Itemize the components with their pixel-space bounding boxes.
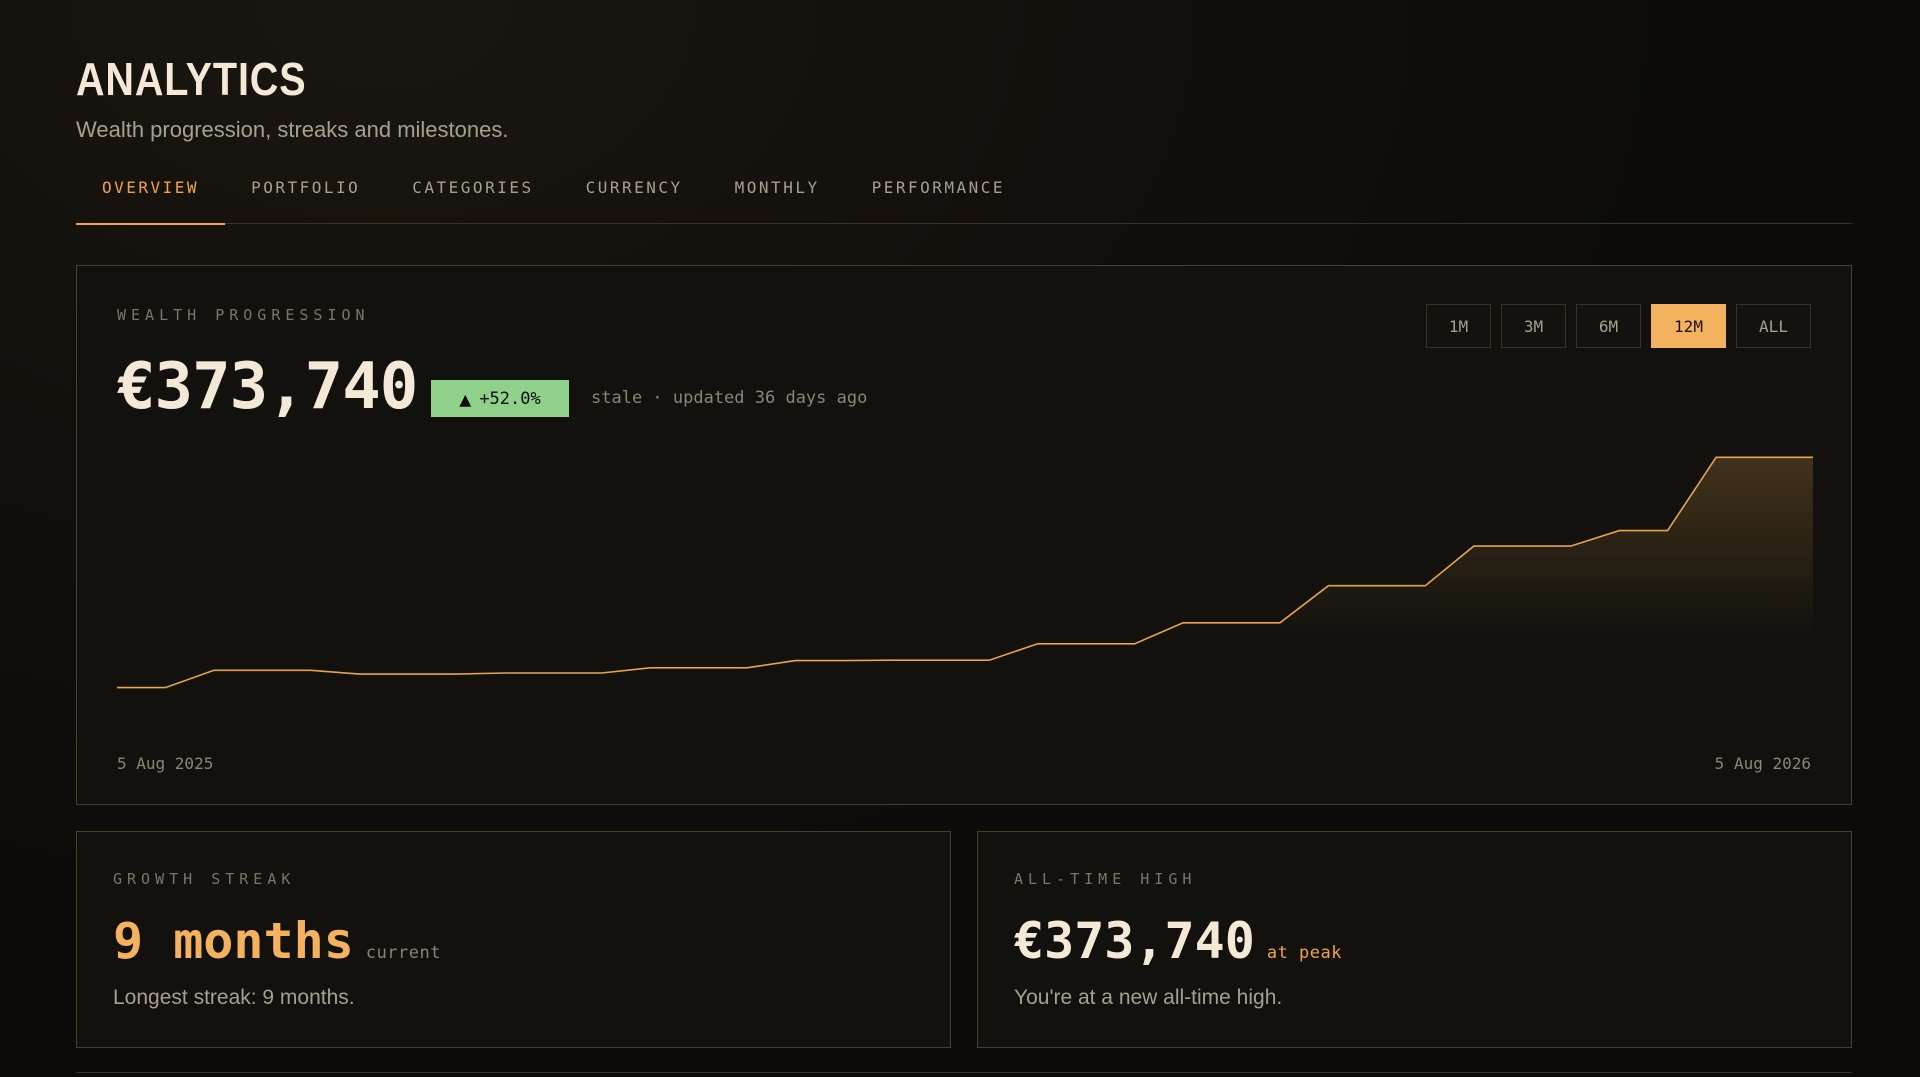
tab-overview[interactable]: OVERVIEW (76, 168, 226, 225)
ath-suffix: at peak (1266, 943, 1342, 963)
tab-currency[interactable]: CURRENCY (560, 168, 709, 224)
tab-categories[interactable]: CATEGORIES (386, 168, 559, 224)
chart-area-fill (117, 457, 1813, 716)
page-subtitle: Wealth progression, streaks and mileston… (76, 117, 509, 142)
change-value: +52.0% (479, 388, 541, 409)
tab-bar: OVERVIEW PORTFOLIO CATEGORIES CURRENCY M… (76, 168, 1852, 225)
streak-months: 9 months (113, 912, 354, 970)
wealth-progression-label: WEALTH PROGRESSION (117, 306, 370, 324)
tab-portfolio[interactable]: PORTFOLIO (225, 168, 386, 224)
triangle-up-icon: ▲ (459, 386, 472, 411)
range-3m-button[interactable]: 3M (1501, 304, 1566, 348)
x-axis-end-label: 5 Aug 2026 (1714, 754, 1811, 773)
streak-suffix: current (365, 943, 441, 963)
range-1m-button[interactable]: 1M (1426, 304, 1491, 348)
change-badge: ▲ +52.0% (431, 380, 569, 417)
tab-monthly[interactable]: MONTHLY (709, 168, 846, 224)
ath-amount: €373,740 (1014, 912, 1255, 970)
all-time-high-card: ALL-TIME HIGH €373,740 at peak You're at … (977, 831, 1852, 1048)
growth-streak-value: 9 months current (113, 912, 441, 970)
page-title: ANALYTICS (76, 53, 307, 105)
range-selector: 1M 3M 6M 12M ALL (1426, 304, 1811, 348)
wealth-chart (117, 456, 1813, 716)
all-time-high-description: You're at a new all-time high. (1014, 986, 1283, 1009)
stale-status: stale · updated 36 days ago (591, 388, 868, 408)
wealth-value: €373,740 (117, 350, 418, 424)
wealth-progression-card: WEALTH PROGRESSION €373,740 ▲ +52.0% sta… (76, 265, 1852, 805)
growth-streak-card: GROWTH STREAK 9 months current Longest st… (76, 831, 951, 1048)
range-6m-button[interactable]: 6M (1576, 304, 1641, 348)
x-axis-start-label: 5 Aug 2025 (117, 754, 214, 773)
all-time-high-value: €373,740 at peak (1014, 912, 1342, 970)
next-card-edge (76, 1072, 1852, 1077)
all-time-high-label: ALL-TIME HIGH (1014, 870, 1197, 888)
tab-performance[interactable]: PERFORMANCE (846, 168, 1031, 224)
growth-streak-description: Longest streak: 9 months. (113, 986, 355, 1009)
growth-streak-label: GROWTH STREAK (113, 870, 296, 888)
range-all-button[interactable]: ALL (1736, 304, 1811, 348)
range-12m-button[interactable]: 12M (1651, 304, 1726, 348)
